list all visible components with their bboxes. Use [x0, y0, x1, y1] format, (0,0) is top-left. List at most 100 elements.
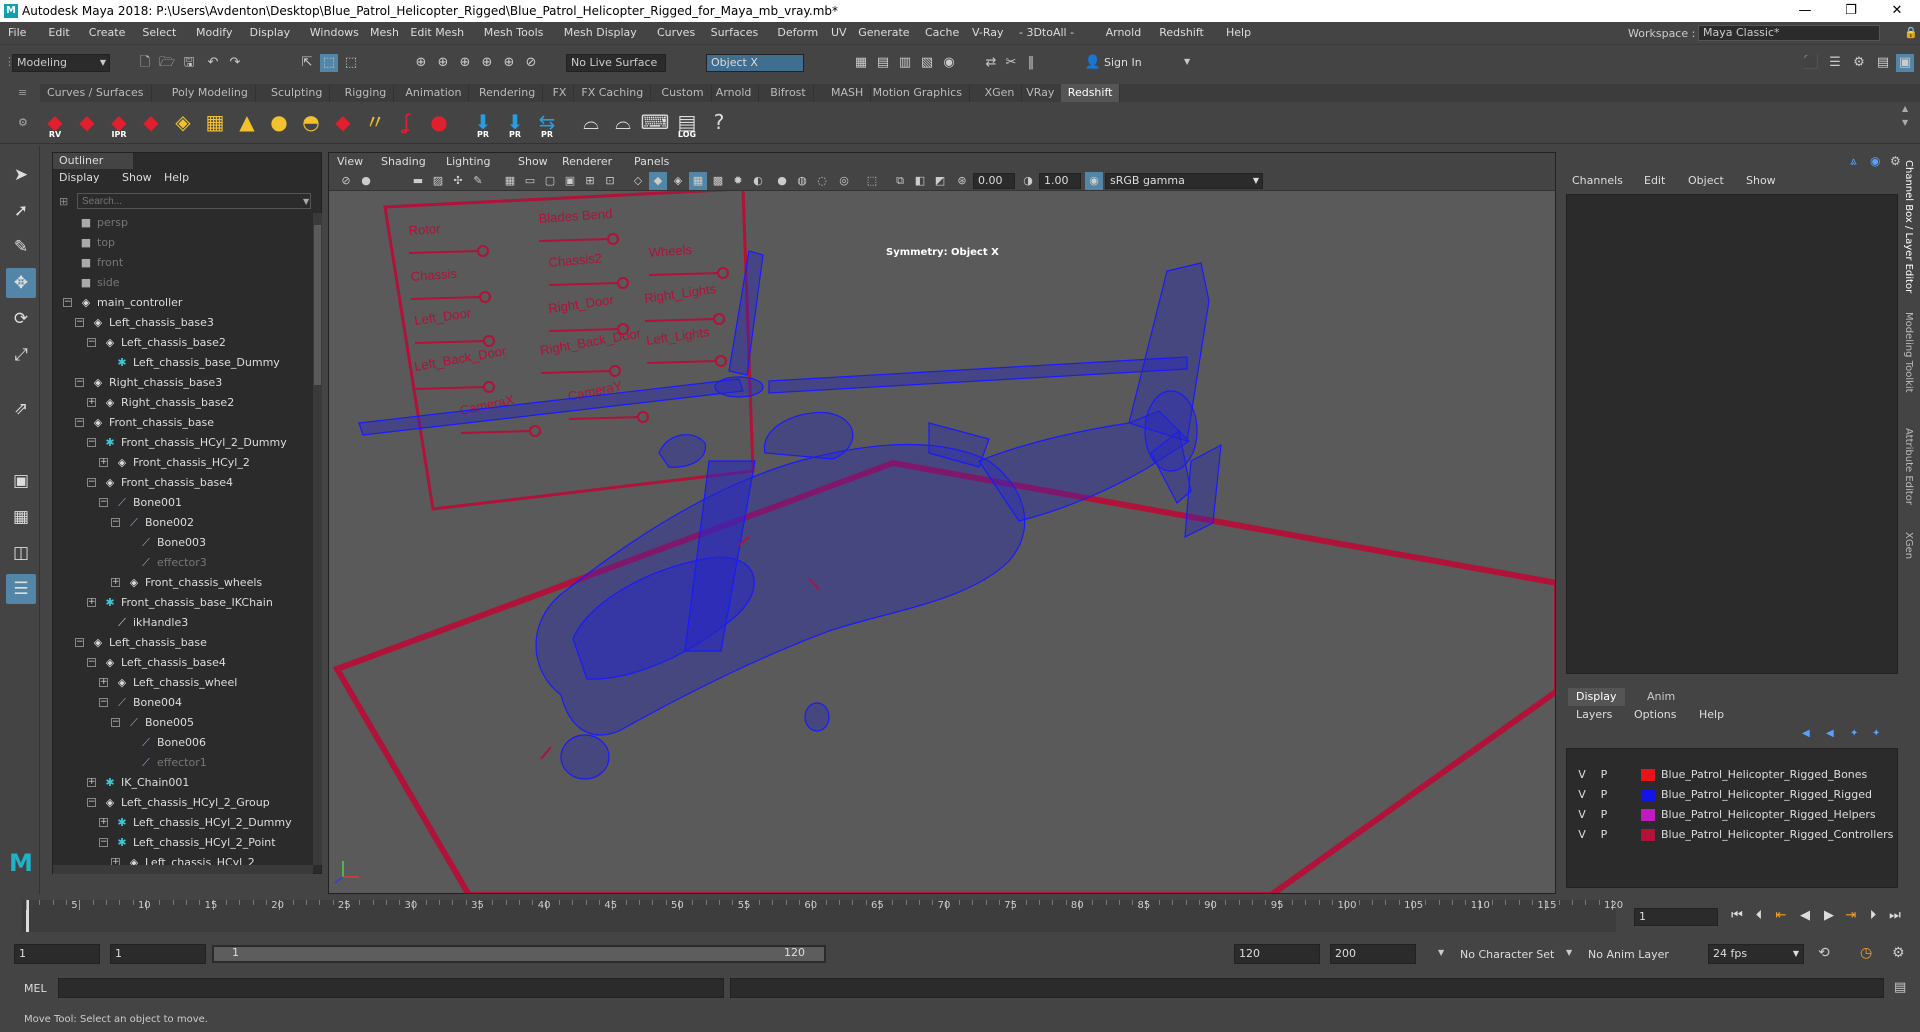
shelf-tab-motion-graphics[interactable]: Motion Graphics — [866, 84, 970, 102]
viewport-menu-panels[interactable]: Panels — [634, 155, 669, 168]
isolate-select-icon[interactable]: ⬚ — [863, 172, 881, 190]
range-fill[interactable] — [214, 947, 824, 961]
rs-volume-icon[interactable]: ◆ — [328, 106, 358, 138]
layer-name[interactable]: Blue_Patrol_Helicopter_Rigged_Rigged — [1661, 785, 1872, 805]
menu-arnold[interactable]: Arnold — [1106, 26, 1142, 39]
pr-icon-2[interactable]: ⬇ PR — [500, 106, 530, 139]
current-frame-field[interactable]: 1 — [1634, 908, 1718, 926]
close-button[interactable]: ✕ — [1874, 0, 1920, 22]
gamma-field[interactable]: 1.00 — [1039, 173, 1081, 189]
pause-icon[interactable]: ‖ — [1022, 54, 1040, 72]
control-slider-handle[interactable] — [713, 313, 725, 325]
wireframe-on-shaded-icon[interactable]: ▦ — [689, 172, 707, 190]
viewport-menu-view[interactable]: View — [337, 155, 363, 168]
shelf-tab-sculpting[interactable]: Sculpting — [264, 84, 331, 102]
outliner-item[interactable]: + ◈ Front_chassis_wheels — [53, 573, 313, 593]
new-scene-icon[interactable]: 🗋 — [136, 54, 154, 72]
layer-playback-toggle[interactable]: P — [1597, 785, 1611, 805]
exposure-field[interactable]: 0.00 — [973, 173, 1015, 189]
help-icon[interactable]: ? — [704, 106, 734, 138]
layer-row[interactable]: V P Blue_Patrol_Helicopter_Rigged_Helpers — [1567, 805, 1899, 825]
outliner-item[interactable]: − ⟋ Bone001 — [53, 493, 313, 513]
channel-box-hierarchy-icon[interactable]: ⩓ — [1850, 154, 1857, 169]
outliner-item[interactable]: − ◈ Left_chassis_base2 — [53, 333, 313, 353]
scrollbar-thumb[interactable] — [314, 225, 321, 385]
auto-key-icon[interactable]: ◷ — [1860, 945, 1872, 961]
collapse-icon[interactable]: − — [75, 638, 84, 647]
collapse-icon[interactable]: − — [99, 498, 108, 507]
layer-playback-toggle[interactable]: P — [1597, 765, 1611, 785]
shelf-tab-mash[interactable]: MASH — [824, 84, 872, 102]
step-forward-frame-icon[interactable]: ⇥ — [1842, 906, 1860, 926]
layer-color-swatch[interactable] — [1641, 789, 1655, 801]
last-tool-icon[interactable]: ⇗ — [6, 394, 36, 424]
collapse-icon[interactable]: − — [111, 718, 120, 727]
modeling-toolkit-icon[interactable]: ⬛ — [1802, 54, 1820, 72]
outliner-item[interactable]: − ◈ Left_chassis_HCyl_2_Group — [53, 793, 313, 813]
menu-file[interactable]: File — [8, 26, 26, 39]
rs-hair-icon[interactable]: 〃 — [360, 106, 390, 138]
rs-grid-icon[interactable]: ▦ — [200, 106, 230, 138]
viewport-menu-lighting[interactable]: Lighting — [446, 155, 490, 168]
menu-3dtoall[interactable]: - 3DtoAll - — [1019, 26, 1074, 39]
script-editor-icon[interactable]: ▤ — [1894, 980, 1906, 995]
side-tab-attribute-editor[interactable]: Attribute Editor — [1903, 428, 1914, 505]
menu-uv[interactable]: UV — [831, 26, 847, 39]
rs-dome-light-icon[interactable]: ● — [264, 106, 294, 138]
menu-cache[interactable]: Cache — [925, 26, 959, 39]
channel-box-menu-channels[interactable]: Channels — [1572, 174, 1623, 187]
live-surface-field[interactable]: No Live Surface — [566, 54, 666, 72]
smooth-shade-icon[interactable]: ◆ — [649, 172, 667, 190]
pr-icon-1[interactable]: ⬇ PR — [468, 106, 498, 139]
expand-icon[interactable]: + — [111, 858, 120, 865]
layer-editor-icon[interactable]: ▣ — [1896, 54, 1914, 72]
grease-pencil-icon[interactable]: ✎ — [469, 172, 487, 190]
chevron-down-icon[interactable]: ▼ — [303, 197, 309, 206]
menu-v-ray[interactable]: V-Ray — [972, 26, 1004, 39]
snap-curve-icon[interactable]: ⊕ — [434, 54, 452, 72]
outliner-item[interactable]: − ◈ Left_chassis_base — [53, 633, 313, 653]
control-slider-handle[interactable] — [477, 245, 489, 257]
collapse-icon[interactable]: − — [75, 318, 84, 327]
playback-start-field[interactable]: 1 — [110, 944, 206, 964]
render-settings-icon[interactable]: ▧ — [918, 54, 936, 72]
outliner-scrollbar[interactable] — [313, 213, 322, 865]
chevron-down-icon[interactable]: ▼ — [1184, 57, 1190, 66]
menu-curves[interactable]: Curves — [657, 26, 695, 39]
rs-settings-icon[interactable]: ◆ — [136, 106, 166, 138]
color-space-dropdown[interactable]: sRGB gamma ▼ — [1105, 173, 1263, 189]
fps-dropdown[interactable]: 24 fps ▼ — [1708, 944, 1804, 964]
outliner-item[interactable]: + ◈ Left_chassis_HCyl_2 — [53, 853, 313, 865]
layer-name[interactable]: Blue_Patrol_Helicopter_Rigged_Bones — [1661, 765, 1867, 785]
viewport-menu-renderer[interactable]: Renderer — [562, 155, 612, 168]
menu-set-dropdown[interactable]: Modeling ▼ — [12, 54, 110, 72]
resolution-gate-icon[interactable]: ▢ — [541, 172, 559, 190]
single-perspective-layout-icon[interactable]: ▣ — [6, 466, 36, 496]
rotate-tool-icon[interactable]: ⟳ — [6, 304, 36, 334]
outliner-item[interactable]: − ⟋ Bone004 — [53, 693, 313, 713]
shelf-tab-redshift[interactable]: Redshift — [1060, 84, 1121, 102]
xray-icon[interactable]: ▩ — [709, 172, 727, 190]
shelf-tab-fx-caching[interactable]: FX Caching — [574, 84, 652, 102]
menu-select[interactable]: Select — [142, 26, 176, 39]
paint-select-tool-icon[interactable]: ✎ — [6, 232, 36, 262]
script-editor-icon[interactable]: ⌨ — [640, 106, 670, 138]
outliner-item[interactable]: + ✱ Left_chassis_HCyl_2_Dummy — [53, 813, 313, 833]
two-d-pan-icon[interactable]: ✣ — [449, 172, 467, 190]
menu-deform[interactable]: Deform — [777, 26, 818, 39]
playback-end-field[interactable]: 120 — [1234, 944, 1320, 964]
rs-sphere-icon[interactable]: ● — [424, 106, 454, 138]
layer-visibility-toggle[interactable]: V — [1575, 805, 1589, 825]
scene-view[interactable]: Rotor Blades Bend Chassis Chassis2 Wheels Lef… — [329, 187, 1556, 894]
attribute-editor-icon[interactable]: ☰ — [1826, 54, 1844, 72]
outliner-item[interactable]: ■ persp — [53, 213, 313, 233]
wireframe-icon[interactable]: ◇ — [629, 172, 647, 190]
make-live-icon[interactable]: ⊘ — [522, 54, 540, 72]
outliner-item[interactable]: ⟋ ikHandle3 — [53, 613, 313, 633]
shelf-tab-fx[interactable]: FX — [546, 84, 575, 102]
shelf-scroll-up-icon[interactable]: ▲ — [1902, 104, 1908, 113]
collapse-icon[interactable]: − — [87, 438, 96, 447]
lasso-tool-icon[interactable]: ➚ — [6, 196, 36, 226]
pr-icon-3[interactable]: ⇆ PR — [532, 106, 562, 139]
control-slider-handle[interactable] — [483, 381, 495, 393]
